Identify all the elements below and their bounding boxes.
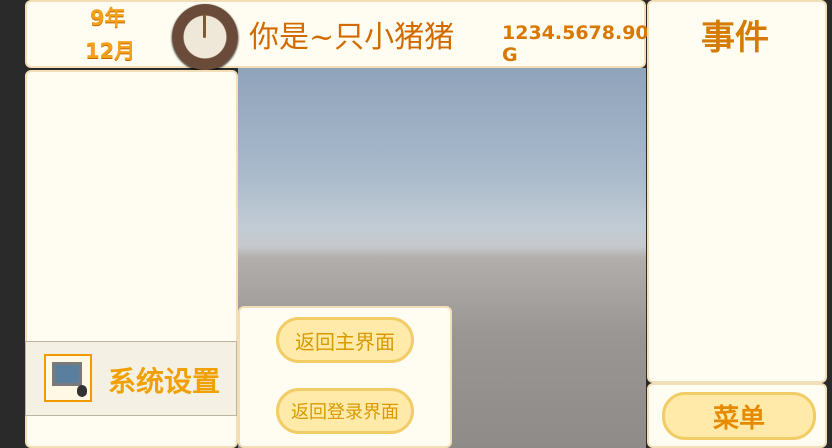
year-text: 9年 [90,6,126,30]
return-login-button[interactable]: 返回登录界面 [276,388,414,434]
computer-icon [44,354,92,402]
player-name: 你是~只小猪猪 [249,20,455,55]
month-text: 12月 [85,39,136,63]
system-settings-button[interactable]: 系统设置 [25,341,237,416]
money-display: 1234.5678.90 G [502,22,649,66]
system-settings-label: 系统设置 [108,365,221,398]
event-title: 事件 [701,18,769,58]
top-status-bar: 9年 12月 你是~只小猪猪 1234.5678.90 G [25,0,649,70]
menu-button[interactable]: 菜单 [662,392,816,440]
return-main-button[interactable]: 返回主界面 [276,317,414,363]
clock-icon [172,4,238,70]
